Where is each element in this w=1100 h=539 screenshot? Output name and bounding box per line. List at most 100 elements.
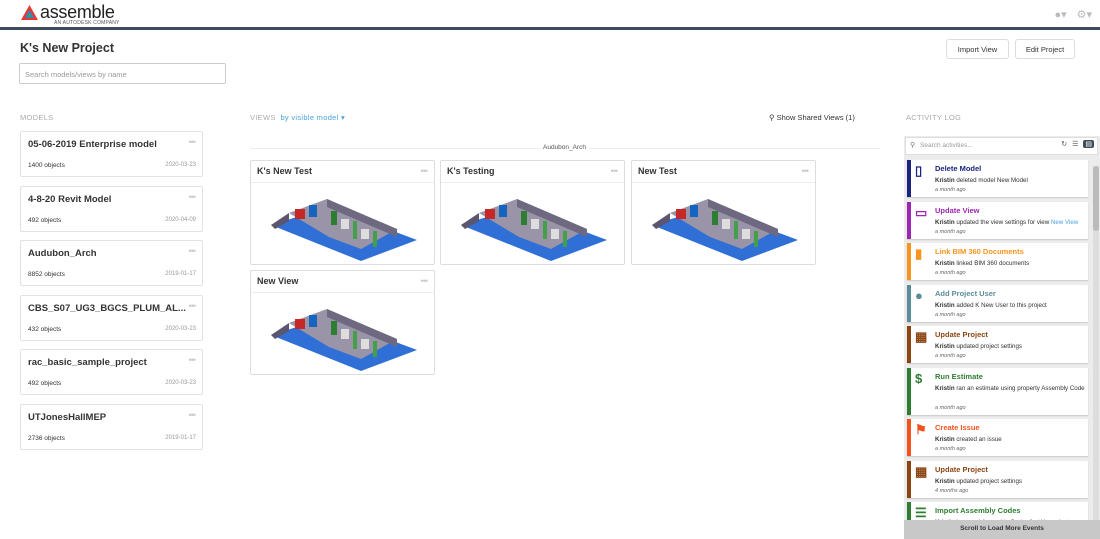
model-date: 2020-03-23 <box>165 380 196 387</box>
more-options-icon[interactable]: ••• <box>802 166 810 176</box>
more-options-icon[interactable]: ••• <box>189 355 197 365</box>
model-card[interactable]: 05-06-2019 Enterprise model ••• 1400 obj… <box>20 131 203 177</box>
device-icon: ▯ <box>915 163 923 178</box>
model-object-count: 1400 objects <box>28 162 65 169</box>
activity-panel: ⚲ Search activities... ↻ ☰ ▤ ▯ Delete Mo… <box>904 136 1100 539</box>
activity-description: deleted model New Model <box>954 177 1028 184</box>
activity-user: Kristin <box>935 301 955 309</box>
activity-item[interactable]: ▦ Update Project Kristin updated project… <box>907 326 1088 363</box>
user-icon[interactable]: ●▾ <box>1054 8 1066 21</box>
top-bar: assemble AN AUTODESK COMPANY ●▾ ⚙▾ <box>0 0 1100 30</box>
activity-description: ran an estimate using property Assembly … <box>954 384 1085 392</box>
gear-icon[interactable]: ⚙▾ <box>1077 8 1092 21</box>
scrollbar-thumb[interactable] <box>1093 166 1099 231</box>
activity-text: Kristin deleted model New Model <box>935 176 1090 186</box>
activity-item[interactable]: ▮ Link BIM 360 Documents Kristin linked … <box>907 243 1088 280</box>
more-options-icon[interactable]: ••• <box>189 192 197 202</box>
activity-title: Link BIM 360 Documents <box>935 247 1024 256</box>
activity-text: Kristin updated the view settings for vi… <box>935 218 1090 228</box>
model-card[interactable]: 4-8-20 Revit Model ••• 492 objects 2020-… <box>20 185 203 232</box>
view-name: K's New Test <box>251 161 434 183</box>
activity-text: Kristin ran an estimate using property A… <box>935 384 1090 394</box>
refresh-icon[interactable]: ↻ <box>1061 140 1067 148</box>
activity-user: Kristin <box>935 436 955 443</box>
view-card[interactable]: New View ••• <box>250 270 435 375</box>
model-date: 2020-03-23 <box>165 162 196 168</box>
dollar-icon: $ <box>915 370 923 386</box>
activity-description: created an issue <box>954 436 1002 443</box>
activity-text: Kristin linked BIM 360 documents <box>935 259 1090 269</box>
activity-description: linked BIM 360 documents <box>954 260 1030 267</box>
logo-triangle-icon <box>21 5 38 20</box>
card-view-icon[interactable]: ▤ <box>1083 140 1094 148</box>
model-date: 2020-03-23 <box>165 325 196 332</box>
more-options-icon[interactable]: ••• <box>189 410 197 420</box>
activity-text: Kristin updated project settings <box>935 342 1090 352</box>
activity-item[interactable]: $ Run Estimate Kristin ran an estimate u… <box>907 367 1090 415</box>
search-input[interactable]: Search models/views by name <box>19 63 226 84</box>
share-icon: ⚲ <box>769 113 775 122</box>
views-group-dropdown[interactable]: by visible model ▾ <box>280 113 345 122</box>
more-options-icon[interactable]: ••• <box>189 137 197 147</box>
model-object-count: 492 objects <box>28 380 62 388</box>
model-name: Audubon_Arch <box>28 248 97 260</box>
activity-user: Kristin <box>935 218 955 226</box>
building-icon: ▦ <box>915 329 928 344</box>
more-options-icon[interactable]: ••• <box>189 246 197 256</box>
load-more-events[interactable]: Scroll to Load More Events <box>904 520 1100 539</box>
activity-item[interactable]: ● Add Project User Kristin added K New U… <box>907 284 1090 322</box>
more-options-icon[interactable]: ••• <box>611 166 619 176</box>
activity-item[interactable]: ▯ Delete Model Kristin deleted model New… <box>907 160 1088 197</box>
view-name: New View <box>251 271 434 293</box>
activity-item[interactable]: ▭ Update View Kristin updated the view s… <box>907 201 1090 239</box>
model-card[interactable]: CBS_S07_UG3_BGCS_PLUM_AL... ••• 432 obje… <box>20 294 203 341</box>
more-options-icon[interactable]: ••• <box>189 301 197 311</box>
more-options-icon[interactable]: ••• <box>421 166 429 176</box>
building-icon: ▦ <box>915 463 928 479</box>
more-options-icon[interactable]: ••• <box>421 276 429 286</box>
model-name: 05-06-2019 Enterprise model <box>28 139 157 150</box>
activity-description: added K New User to this project <box>954 301 1047 309</box>
activity-time: a month ago <box>935 270 966 276</box>
models-heading: MODELS <box>20 113 54 122</box>
show-shared-views-button[interactable]: ⚲ Show Shared Views (1) <box>769 113 855 122</box>
model-name: CBS_S07_UG3_BGCS_PLUM_AL... <box>28 302 186 314</box>
activity-title: Update Project <box>935 330 988 339</box>
activity-heading: ACTIVITY LOG <box>906 113 962 122</box>
activity-text: Kristin added K New User to this project <box>935 301 1090 311</box>
view-card[interactable]: New Test ••• <box>631 160 816 265</box>
activity-title: Import Assembly Codes <box>935 506 1021 515</box>
activity-time: a month ago <box>935 311 966 318</box>
activity-description: updated project settings <box>954 477 1023 485</box>
view-name: K's Testing <box>441 161 624 183</box>
model-object-count: 492 objects <box>28 216 62 224</box>
view-thumbnail <box>461 199 607 261</box>
model-date: 2019-01-17 <box>165 271 196 278</box>
model-card[interactable]: UTJonesHallMEP ••• 2736 objects 2019-01-… <box>20 404 203 450</box>
view-card[interactable]: K's New Test ••• <box>250 160 435 265</box>
activity-item[interactable]: ▦ Update Project Kristin updated project… <box>907 460 1088 498</box>
list-view-icon[interactable]: ☰ <box>1072 140 1078 148</box>
view-card[interactable]: K's Testing ••• <box>440 160 625 265</box>
activity-time: 4 months ago <box>935 487 969 494</box>
activity-item[interactable]: ⚑ Create Issue Kristin created an issue … <box>907 419 1088 456</box>
view-thumbnail <box>271 309 417 371</box>
model-object-count: 432 objects <box>28 325 62 333</box>
activity-time: a month ago <box>935 228 966 235</box>
activity-title: Update View <box>935 205 980 215</box>
model-name: rac_basic_sample_project <box>28 357 147 369</box>
edit-project-button[interactable]: Edit Project <box>1015 39 1075 59</box>
view-thumbnail <box>652 199 798 261</box>
user-add-icon: ● <box>915 287 923 303</box>
document-icon: ▮ <box>915 246 923 261</box>
views-heading: VIEWS by visible model ▾ <box>250 113 345 122</box>
activity-title: Run Estimate <box>935 371 983 381</box>
model-card[interactable]: Audubon_Arch ••• 8852 objects 2019-01-17 <box>20 240 203 287</box>
logo-subtext: AN AUTODESK COMPANY <box>54 20 120 26</box>
model-card[interactable]: rac_basic_sample_project ••• 492 objects… <box>20 349 203 396</box>
activity-user: Kristin <box>935 477 955 485</box>
monitor-icon: ▭ <box>915 204 928 220</box>
shared-label: Show Shared Views (1) <box>776 113 855 122</box>
import-view-button[interactable]: Import View <box>946 39 1009 59</box>
activity-link[interactable]: New View <box>1051 219 1078 226</box>
